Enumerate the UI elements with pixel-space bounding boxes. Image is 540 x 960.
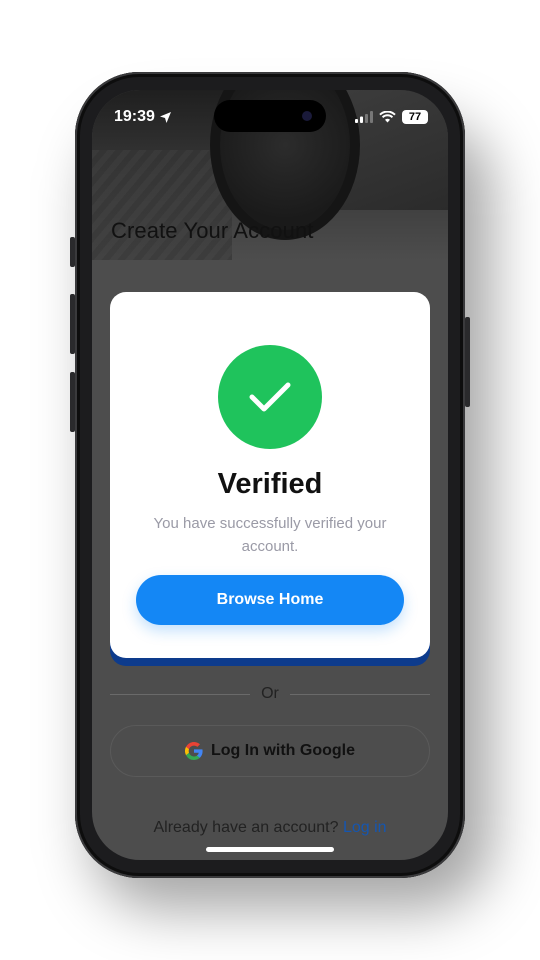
google-login-button[interactable]: Log In with Google [110, 725, 430, 777]
battery-icon: 77 [402, 110, 428, 124]
dialog-message: You have successfully verified your acco… [153, 515, 387, 555]
cellular-signal-icon [355, 111, 373, 123]
or-divider: Or [110, 685, 430, 703]
page-title: Create Your Account [111, 218, 314, 243]
browse-home-button[interactable]: Browse Home [136, 575, 404, 625]
google-login-label: Log In with Google [211, 742, 355, 759]
status-time-text: 19:39 [114, 108, 155, 125]
wifi-icon [379, 111, 396, 123]
login-prompt: Already have an account? Log in [92, 819, 448, 837]
volume-up-button [70, 294, 75, 354]
status-bar: 19:39 77 [92, 90, 448, 144]
login-prompt-text: Already have an account? [153, 819, 339, 836]
dynamic-island [214, 100, 326, 132]
success-badge [218, 345, 322, 449]
login-link[interactable]: Log in [343, 819, 387, 836]
volume-down-button [70, 372, 75, 432]
power-button [465, 317, 470, 407]
action-button [70, 237, 75, 267]
phone-screen: 19:39 77 Create Your Account Or Log In w… [92, 90, 448, 860]
home-indicator[interactable] [206, 847, 334, 852]
checkmark-icon [249, 382, 291, 412]
verified-dialog: Verified You have successfully verified … [110, 292, 430, 658]
status-time: 19:39 [114, 108, 172, 126]
location-arrow-icon [159, 111, 171, 123]
google-logo-icon [185, 742, 203, 760]
dialog-title: Verified [217, 468, 323, 500]
divider-line-right [290, 694, 430, 695]
front-camera-icon [302, 111, 312, 121]
status-indicators: 77 [355, 110, 428, 124]
